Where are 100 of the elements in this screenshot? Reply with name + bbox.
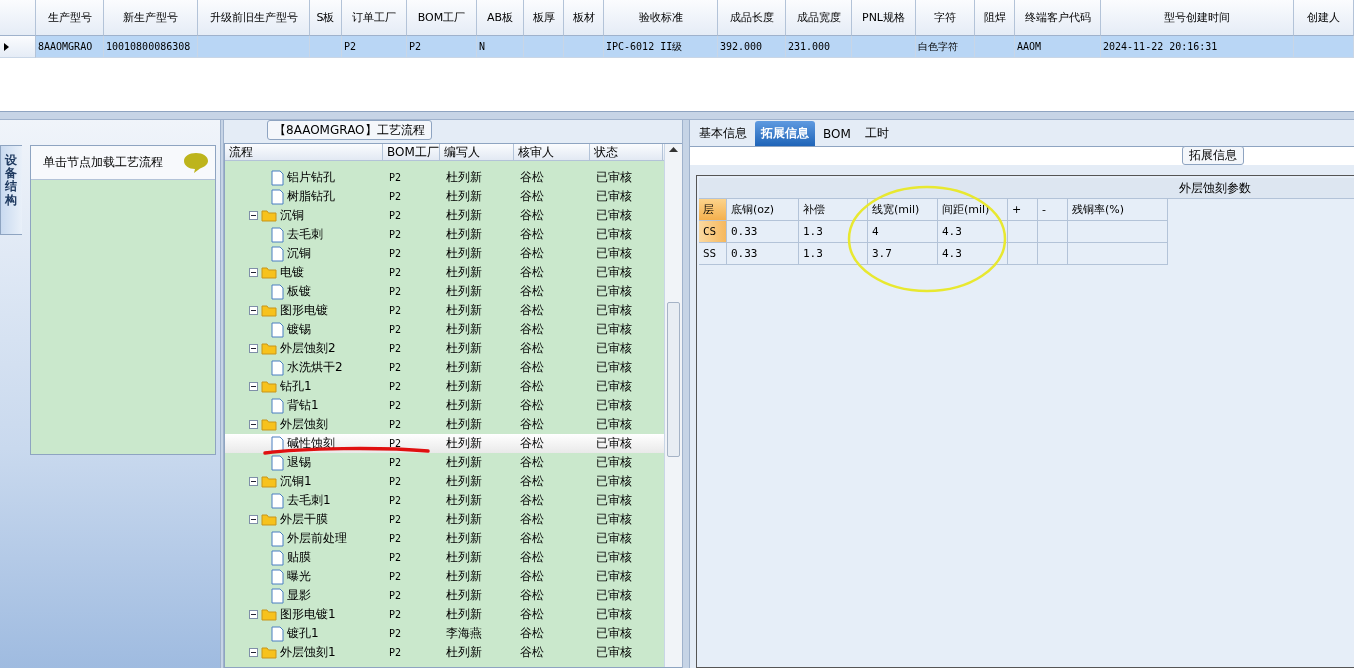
collapse-icon[interactable] xyxy=(249,420,258,429)
column-header[interactable]: 线宽(mil) xyxy=(868,199,938,221)
tree-row[interactable]: 板镀 P2 杜列新 谷松 已审核 xyxy=(225,282,664,301)
tab[interactable]: BOM xyxy=(817,121,857,146)
tree-row[interactable]: 镀孔1 P2 李海燕 谷松 已审核 xyxy=(225,624,664,643)
tree-row[interactable]: 去毛刺 P2 杜列新 谷松 已审核 xyxy=(225,225,664,244)
tree-row[interactable]: 电镀 P2 杜列新 谷松 已审核 xyxy=(225,263,664,282)
side-tab[interactable]: 设备结构 xyxy=(0,145,22,235)
column-header[interactable]: PNL规格 xyxy=(852,0,916,36)
document-icon xyxy=(271,587,284,604)
column-header[interactable]: S板 xyxy=(310,0,342,36)
column-header[interactable]: 状态 xyxy=(590,144,663,161)
collapse-icon[interactable] xyxy=(249,211,258,220)
column-header[interactable]: 成品宽度 xyxy=(786,0,852,36)
tree-row[interactable]: 钻孔1 P2 杜列新 谷松 已审核 xyxy=(225,377,664,396)
collapse-icon[interactable] xyxy=(249,477,258,486)
collapse-icon[interactable] xyxy=(249,610,258,619)
tree-row[interactable]: 沉铜1 P2 杜列新 谷松 已审核 xyxy=(225,472,664,491)
table-cell: 1.3 xyxy=(799,243,868,265)
table-cell: 白色字符 xyxy=(916,36,975,58)
scrollbar[interactable] xyxy=(664,144,682,667)
tree-row[interactable]: 水洗烘干2 P2 杜列新 谷松 已审核 xyxy=(225,358,664,377)
column-header[interactable]: 核审人 xyxy=(514,144,590,161)
column-header[interactable]: 字符 xyxy=(916,0,975,36)
row-header[interactable] xyxy=(0,36,36,58)
column-header[interactable]: 订单工厂 xyxy=(342,0,407,36)
collapse-icon[interactable] xyxy=(249,382,258,391)
table-cell-text: 已审核 xyxy=(595,302,633,319)
tree-row[interactable]: 碱性蚀刻 P2 杜列新 谷松 已审核 xyxy=(225,434,664,453)
collapse-icon[interactable] xyxy=(249,344,258,353)
column-header[interactable]: 残铜率(%) xyxy=(1068,199,1168,221)
table-cell: 0.33 xyxy=(727,221,799,243)
tree-row[interactable]: 外层蚀刻 P2 杜列新 谷松 已审核 xyxy=(225,415,664,434)
collapse-icon[interactable] xyxy=(249,306,258,315)
column-header[interactable]: 生产型号 xyxy=(36,0,104,36)
folder-icon xyxy=(261,513,277,526)
tree-row[interactable]: 镀锡 P2 杜列新 谷松 已审核 xyxy=(225,320,664,339)
column-header[interactable]: 层 xyxy=(699,199,727,221)
collapse-icon[interactable] xyxy=(249,268,258,277)
column-header[interactable]: 阻焊 xyxy=(975,0,1015,36)
tree-row[interactable]: 沉铜 P2 杜列新 谷松 已审核 xyxy=(225,206,664,225)
tree-row[interactable]: 图形电镀1 P2 杜列新 谷松 已审核 xyxy=(225,605,664,624)
table-cell xyxy=(852,36,916,58)
table-cell-text: 已审核 xyxy=(595,530,633,547)
table-cell: 231.000 xyxy=(786,36,852,58)
column-header[interactable]: 补偿 xyxy=(799,199,868,221)
collapse-icon[interactable] xyxy=(249,515,258,524)
tree-row[interactable]: 外层蚀刻2 P2 杜列新 谷松 已审核 xyxy=(225,339,664,358)
tab[interactable]: 拓展信息 xyxy=(755,121,815,146)
column-header[interactable]: BOM工厂 xyxy=(407,0,477,36)
tree-row[interactable]: 退锡 P2 杜列新 谷松 已审核 xyxy=(225,453,664,472)
tree-row[interactable]: 外层干膜 P2 杜列新 谷松 已审核 xyxy=(225,510,664,529)
table-cell: AAOM xyxy=(1015,36,1101,58)
grid-corner xyxy=(0,0,36,36)
table-cell-text: 已审核 xyxy=(595,226,633,243)
column-header[interactable]: 新生产型号 xyxy=(104,0,198,36)
column-header[interactable]: 底铜(oz) xyxy=(727,199,799,221)
column-header[interactable]: 验收标准 xyxy=(604,0,718,36)
column-header[interactable]: 终端客户代码 xyxy=(1015,0,1101,36)
table-cell-text: 已审核 xyxy=(595,169,633,186)
panel-title: 【8AAOMGRAO】工艺流程 xyxy=(267,120,432,140)
column-header[interactable]: AB板 xyxy=(477,0,524,36)
document-icon xyxy=(271,492,284,509)
column-header[interactable]: 间距(mil) xyxy=(938,199,1008,221)
column-header[interactable]: 流程 xyxy=(225,144,383,161)
column-header[interactable]: BOM工厂 xyxy=(383,144,440,161)
tree-row[interactable]: 铝片钻孔 P2 杜列新 谷松 已审核 xyxy=(225,168,664,187)
table-cell-text: 谷松 xyxy=(519,587,545,604)
column-header[interactable]: 升级前旧生产型号 xyxy=(198,0,310,36)
collapse-icon[interactable] xyxy=(249,648,258,657)
tree-row[interactable]: 外层前处理 P2 杜列新 谷松 已审核 xyxy=(225,529,664,548)
tab[interactable]: 工时 xyxy=(858,121,895,146)
table-cell-text: 谷松 xyxy=(519,302,545,319)
tab[interactable]: 基本信息 xyxy=(693,121,753,146)
column-header[interactable]: 编写人 xyxy=(440,144,514,161)
column-header[interactable]: 成品长度 xyxy=(718,0,786,36)
table-cell-text: 杜列新 xyxy=(445,169,483,186)
tree-row[interactable]: 沉铜 P2 杜列新 谷松 已审核 xyxy=(225,244,664,263)
table-cell-text: 杜列新 xyxy=(445,264,483,281)
scroll-up-icon[interactable] xyxy=(669,146,678,152)
tree-row[interactable]: 曝光 P2 杜列新 谷松 已审核 xyxy=(225,567,664,586)
step-name: 显影 xyxy=(287,587,311,604)
tree-row[interactable]: 背钻1 P2 杜列新 谷松 已审核 xyxy=(225,396,664,415)
tree-row[interactable]: 树脂钻孔 P2 杜列新 谷松 已审核 xyxy=(225,187,664,206)
column-header[interactable]: + xyxy=(1008,199,1038,221)
table-title: 外层蚀刻参数 xyxy=(1179,179,1251,197)
tree-row[interactable]: 贴膜 P2 杜列新 谷松 已审核 xyxy=(225,548,664,567)
tree-row[interactable]: 外层蚀刻1 P2 杜列新 谷松 已审核 xyxy=(225,643,664,662)
tree-row[interactable]: 去毛刺1 P2 杜列新 谷松 已审核 xyxy=(225,491,664,510)
table-cell-text: 杜列新 xyxy=(445,530,483,547)
column-header[interactable]: 创建人 xyxy=(1294,0,1354,36)
scroll-thumb[interactable] xyxy=(667,302,680,457)
tree-row[interactable]: 图形电镀 P2 杜列新 谷松 已审核 xyxy=(225,301,664,320)
column-header[interactable]: - xyxy=(1038,199,1068,221)
table-cell: 392.000 xyxy=(718,36,786,58)
table-cell xyxy=(1008,243,1038,265)
column-header[interactable]: 板厚 xyxy=(524,0,564,36)
table-cell-text: P2 xyxy=(388,589,403,603)
column-header[interactable]: 板材 xyxy=(564,0,604,36)
tree-row[interactable]: 显影 P2 杜列新 谷松 已审核 xyxy=(225,586,664,605)
